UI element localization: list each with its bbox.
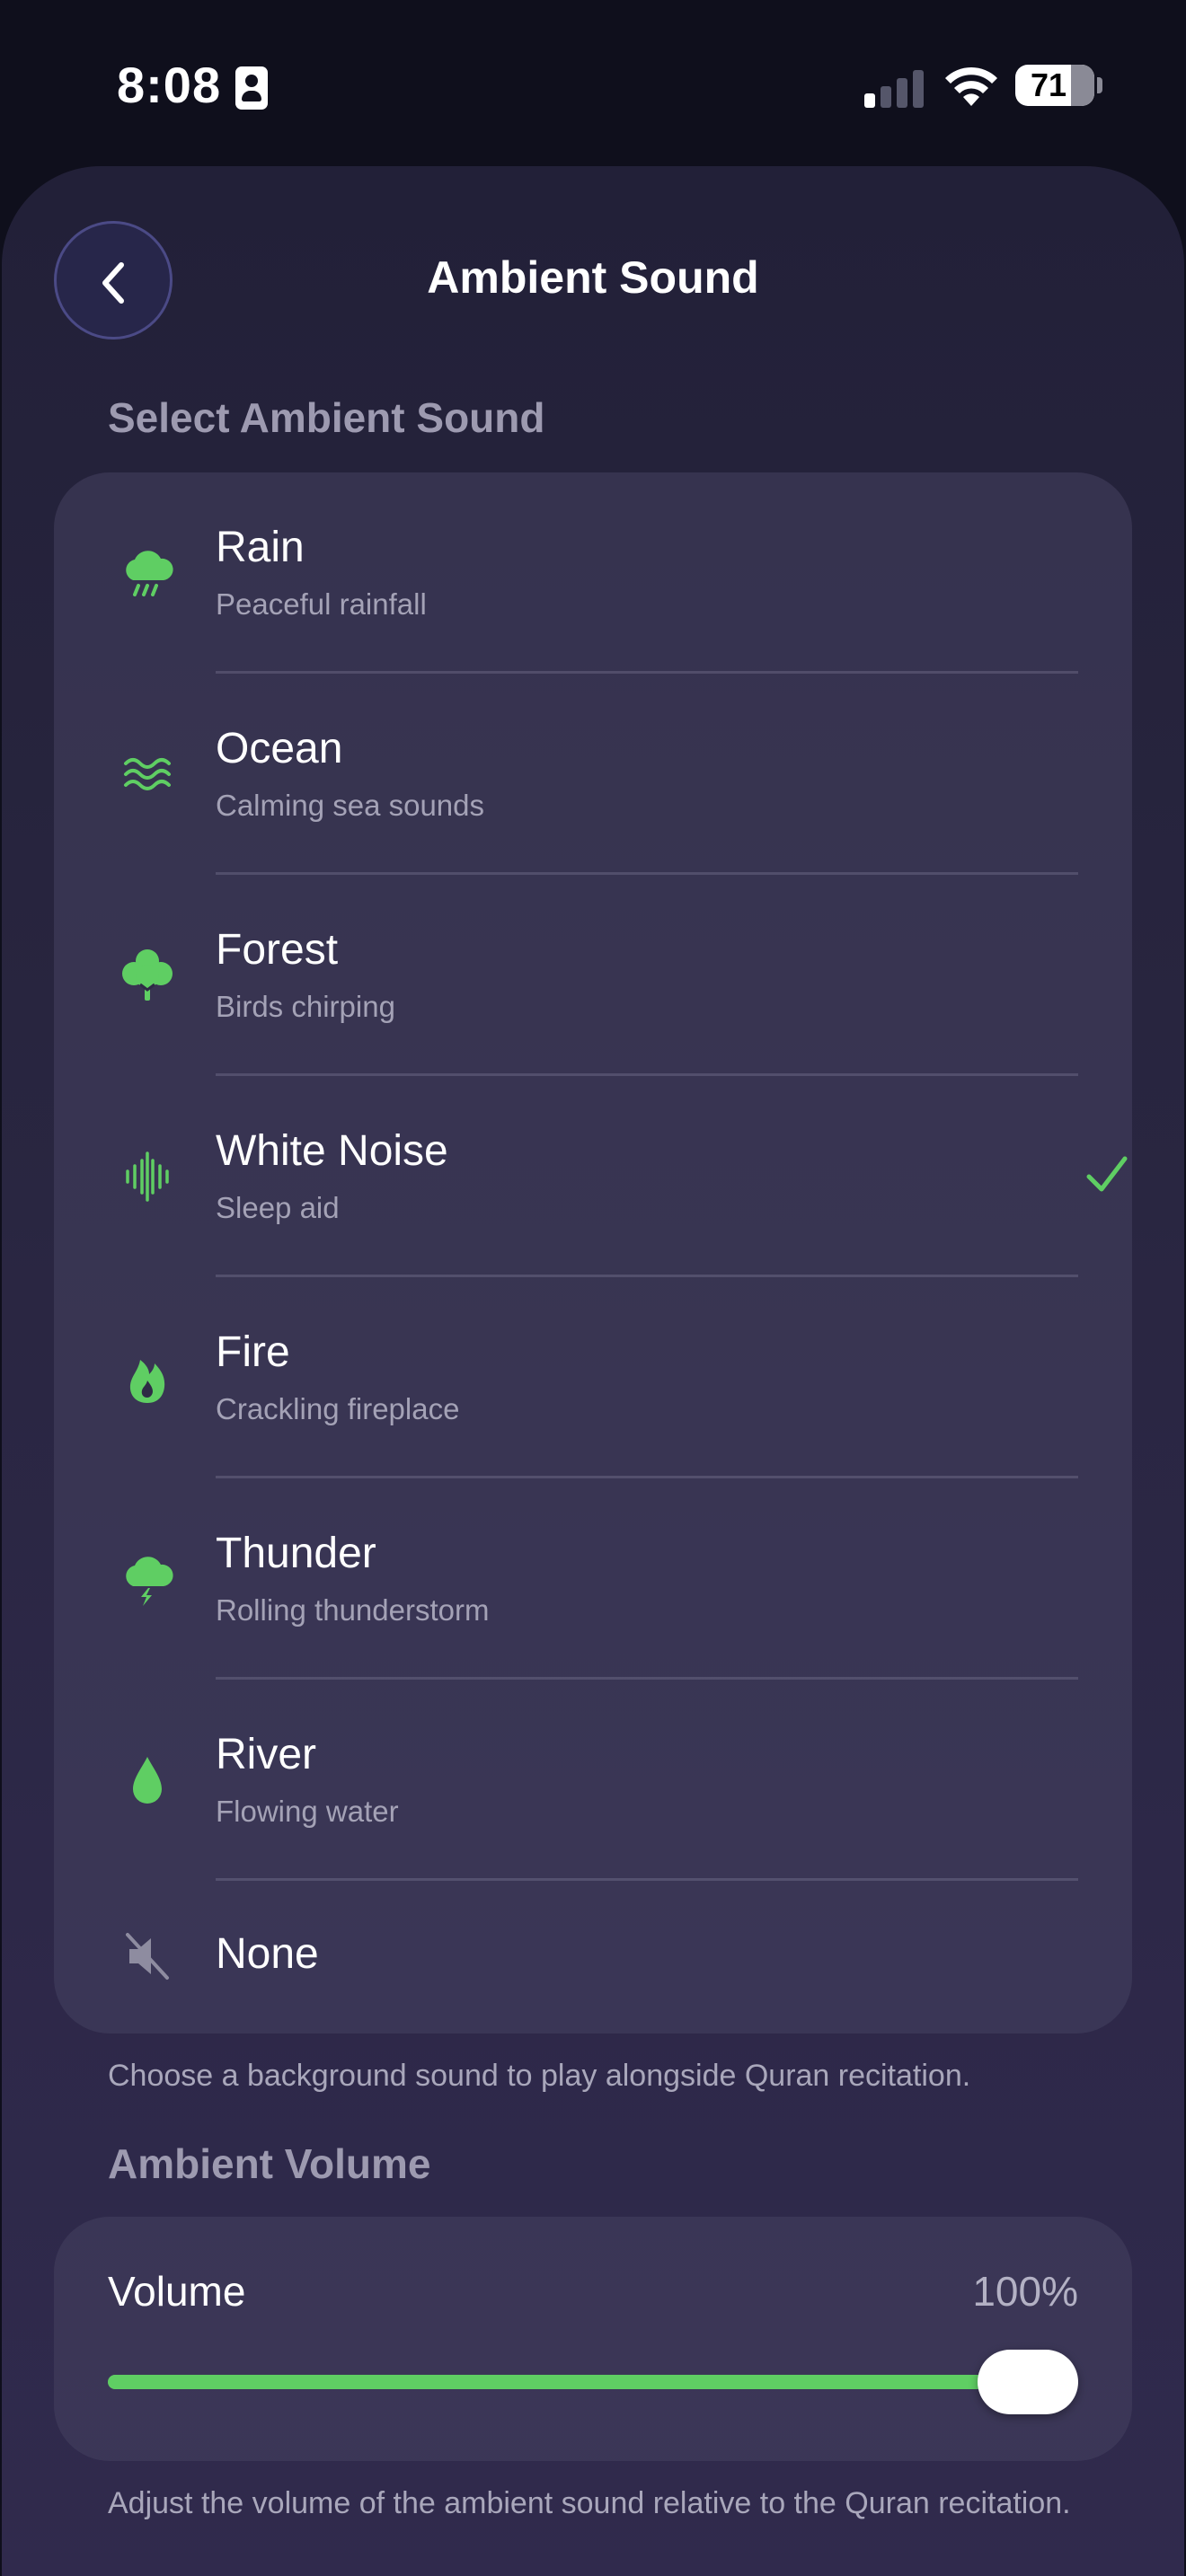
sound-option-none[interactable]: None <box>54 1881 1132 2033</box>
cloud-rain-icon <box>119 544 176 602</box>
sound-description: Rolling thunderstorm <box>216 1593 490 1627</box>
sound-name: White Noise <box>216 1127 448 1175</box>
volume-card: Volume 100% <box>54 2217 1132 2461</box>
battery-tip <box>1097 77 1102 93</box>
status-time: 8:08 <box>117 57 222 113</box>
sound-name: Rain <box>216 524 305 571</box>
sound-name: Fire <box>216 1328 290 1376</box>
sound-name: Ocean <box>216 725 343 772</box>
volume-slider-track[interactable] <box>108 2375 1078 2389</box>
sound-description: Flowing water <box>216 1795 399 1828</box>
flame-icon <box>119 1349 176 1407</box>
tree-icon <box>119 947 176 1004</box>
volume-slider-thumb[interactable] <box>978 2350 1078 2414</box>
cellular-signal-icon <box>864 65 925 108</box>
cloud-bolt-icon <box>119 1550 176 1608</box>
sound-option-white-noise[interactable]: White Noise Sleep aid <box>54 1076 1132 1277</box>
sound-footnote: Choose a background sound to play alongs… <box>108 2059 971 2093</box>
drop-icon <box>119 1751 176 1809</box>
page-title: Ambient Sound <box>427 252 759 303</box>
sound-option-ocean[interactable]: Ocean Calming sea sounds <box>54 674 1132 875</box>
sound-option-forest[interactable]: Forest Birds chirping <box>54 875 1132 1076</box>
sound-name: Forest <box>216 926 339 974</box>
sound-option-rain[interactable]: Rain Peaceful rainfall <box>54 472 1132 674</box>
sound-list-card: Rain Peaceful rainfall Ocean Calming sea… <box>54 472 1132 2033</box>
volume-footnote: Adjust the volume of the ambient sound r… <box>108 2486 1071 2520</box>
battery-percent: 71 <box>1030 66 1067 103</box>
section-label-select-sound: Select Ambient Sound <box>108 394 545 441</box>
sound-name: Thunder <box>216 1530 376 1577</box>
battery-icon: 71 <box>1015 65 1094 106</box>
speaker-mute-icon <box>119 1928 176 1985</box>
waves-icon <box>119 745 176 803</box>
sound-option-thunder[interactable]: Thunder Rolling thunderstorm <box>54 1478 1132 1680</box>
sound-description: Peaceful rainfall <box>216 587 427 621</box>
sound-name: River <box>216 1731 317 1778</box>
section-label-ambient-volume: Ambient Volume <box>108 2140 431 2187</box>
sound-description: Sleep aid <box>216 1191 340 1224</box>
sound-description: Birds chirping <box>216 990 395 1023</box>
sound-description: Crackling fireplace <box>216 1392 460 1425</box>
checkmark-icon <box>1086 1156 1128 1192</box>
sound-option-river[interactable]: River Flowing water <box>54 1680 1132 1881</box>
volume-slider-fill <box>108 2375 1078 2389</box>
sound-description: Calming sea sounds <box>216 789 484 822</box>
contact-card-icon <box>235 66 268 110</box>
volume-value: 100% <box>972 2268 1078 2315</box>
sound-option-fire[interactable]: Fire Crackling fireplace <box>54 1277 1132 1478</box>
status-bar: 8:08 71 <box>0 0 1186 166</box>
waveform-icon <box>119 1148 176 1205</box>
sound-name: None <box>216 1930 319 1978</box>
wifi-icon <box>945 66 997 106</box>
volume-label: Volume <box>108 2268 246 2315</box>
